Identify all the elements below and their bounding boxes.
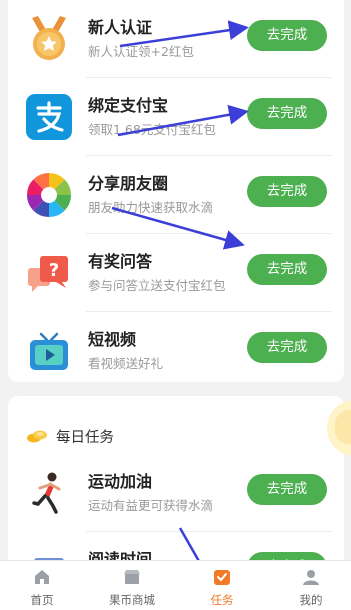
home-icon [33, 568, 51, 586]
task-subtitle: 看视频送好礼 [88, 356, 164, 371]
bottom-tab-bar: 首页 果币商城 任务 我的 [0, 560, 351, 610]
task-title: 有奖问答 [88, 252, 153, 271]
tv-play-icon [26, 328, 72, 374]
task-row-bind-alipay[interactable]: 绑定支付宝 领取1.68元支付宝红包 去完成 [8, 78, 344, 156]
task-row-exercise[interactable]: 运动加油 运动有益更可获得水滴 去完成 [8, 454, 344, 532]
task-title: 新人认证 [88, 18, 153, 37]
shop-icon [123, 568, 141, 586]
complete-button[interactable]: 去完成 [247, 98, 327, 129]
task-title: 短视频 [88, 330, 137, 349]
tab-home[interactable]: 首页 [7, 561, 77, 610]
task-subtitle: 朋友助力快速获取水滴 [88, 200, 214, 215]
medal-star-icon [26, 16, 72, 62]
tab-label: 果币商城 [109, 593, 155, 607]
tab-shop[interactable]: 果币商城 [97, 561, 167, 610]
svg-text:?: ? [49, 260, 59, 281]
tab-label: 首页 [30, 593, 54, 607]
complete-button[interactable]: 去完成 [247, 20, 327, 51]
runner-icon [26, 470, 72, 516]
coins-icon [26, 428, 48, 444]
task-title: 分享朋友圈 [88, 174, 169, 193]
camera-aperture-icon [26, 172, 72, 218]
task-subtitle: 运动有益更可获得水滴 [88, 498, 214, 513]
tab-task[interactable]: 任务 [187, 561, 257, 610]
task-row-quiz[interactable]: ? 有奖问答 参与问答立送支付宝红包 去完成 [8, 234, 344, 312]
task-row-short-video[interactable]: 短视频 看视频送好礼 去完成 [8, 312, 344, 390]
task-row-share-moments[interactable]: 分享朋友圈 朋友助力快速获取水滴 去完成 [8, 156, 344, 234]
complete-button[interactable]: 去完成 [247, 176, 327, 207]
tab-label: 任务 [210, 593, 234, 607]
task-row-certification[interactable]: 新人认证 新人认证领+2红包 去完成 [8, 0, 344, 78]
task-subtitle: 参与问答立送支付宝红包 [88, 278, 226, 293]
daily-title: 每日任务 [56, 430, 114, 446]
task-title: 运动加油 [88, 472, 153, 491]
user-icon [302, 568, 320, 586]
task-title: 绑定支付宝 [88, 96, 169, 115]
question-chat-icon: ? [26, 250, 72, 296]
task-subtitle: 领取1.68元支付宝红包 [88, 122, 216, 137]
alipay-icon [26, 94, 72, 140]
task-icon [213, 568, 231, 586]
task-subtitle: 新人认证领+2红包 [88, 44, 194, 59]
tab-label: 我的 [299, 593, 323, 607]
tab-profile[interactable]: 我的 [276, 561, 346, 610]
mascot-icon [335, 410, 351, 444]
complete-button[interactable]: 去完成 [247, 332, 327, 363]
task-card: 新人认证 新人认证领+2红包 去完成 绑定支付宝 领取1.68元支付宝红包 去完… [8, 0, 344, 382]
complete-button[interactable]: 去完成 [247, 474, 327, 505]
complete-button[interactable]: 去完成 [247, 254, 327, 285]
